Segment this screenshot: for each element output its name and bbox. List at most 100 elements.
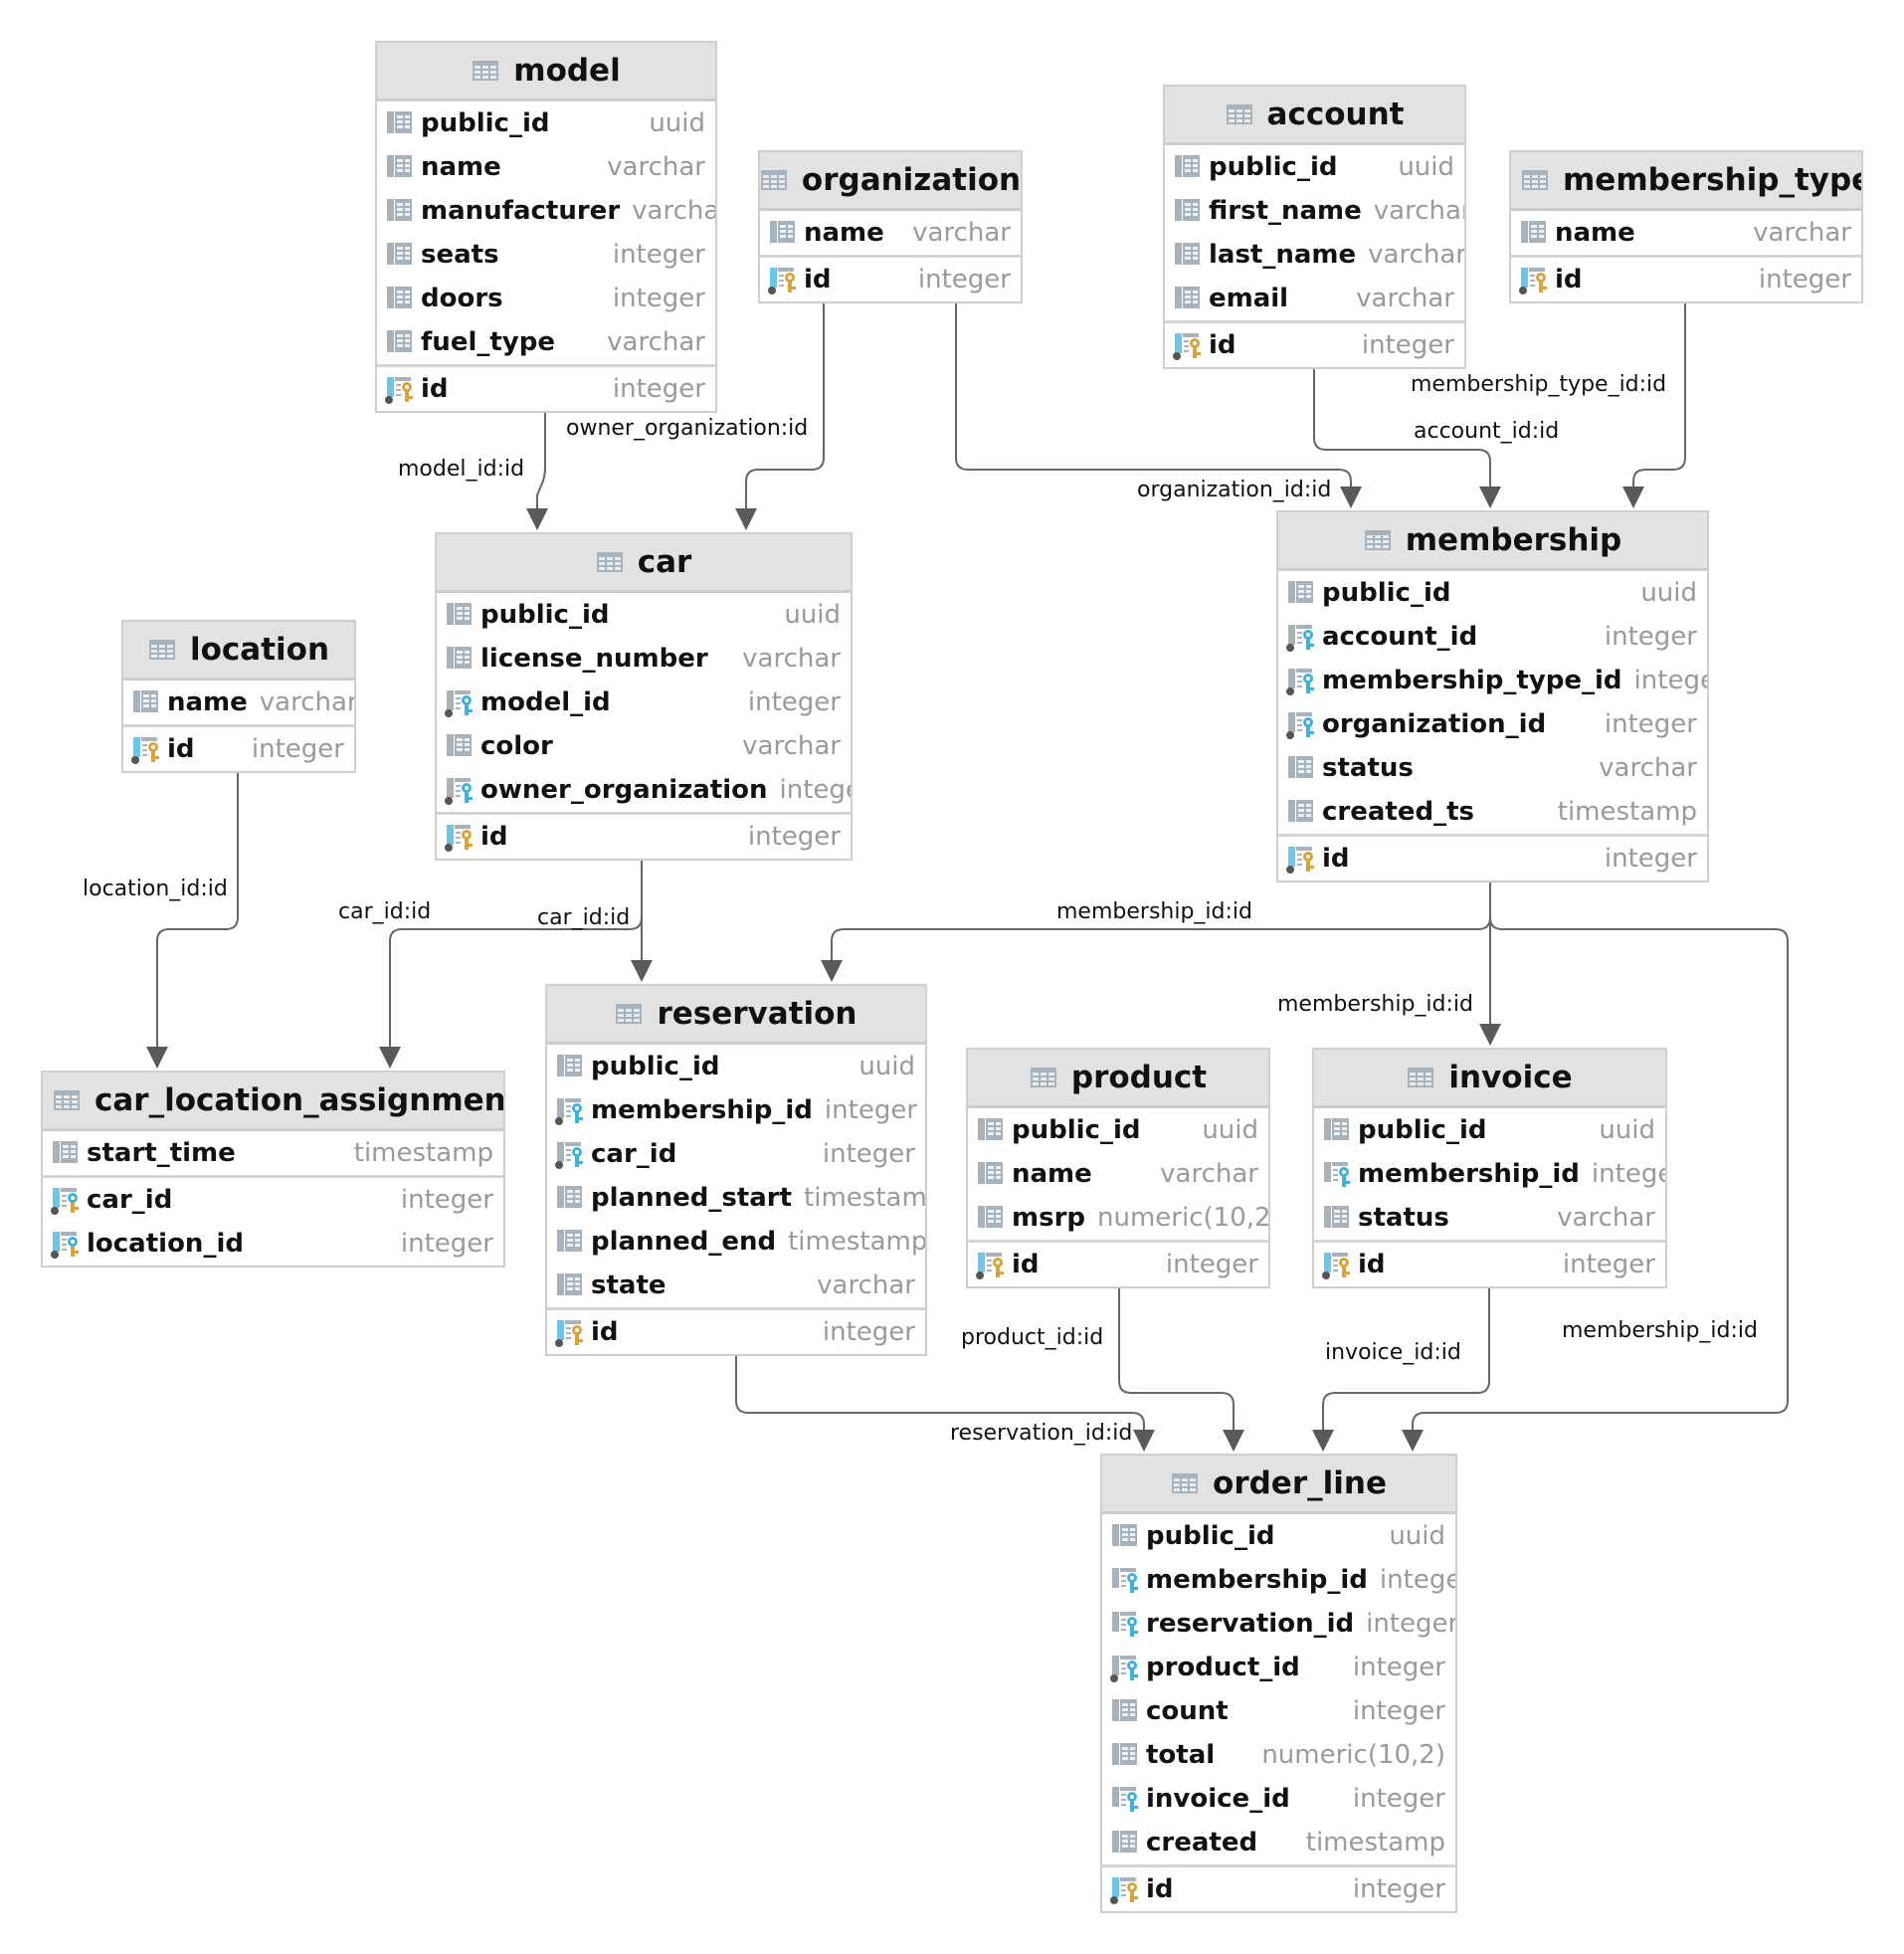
column-row[interactable]: model_id integer	[437, 681, 851, 724]
table-car[interactable]: car public_id uuid license_number varchar …	[435, 532, 853, 861]
column-row[interactable]: status varchar	[1278, 746, 1707, 790]
arrowhead-icon	[1133, 1430, 1155, 1452]
table-header[interactable]: membership	[1278, 512, 1707, 571]
column-row[interactable]: name varchar	[123, 681, 354, 724]
column-row[interactable]: product_id integer	[1102, 1646, 1455, 1689]
relationship-mtype-membership[interactable]	[1622, 302, 1686, 508]
relationship-membership-reservation[interactable]	[821, 880, 1491, 982]
column-row[interactable]: id integer	[377, 367, 715, 411]
column-row[interactable]: name varchar	[968, 1152, 1268, 1196]
column-row[interactable]: membership_id integer	[547, 1088, 925, 1132]
column-row[interactable]: public_id uuid	[968, 1108, 1268, 1152]
column-row[interactable]: license_number varchar	[437, 637, 851, 681]
column-row[interactable]: public_id uuid	[437, 593, 851, 637]
table-header[interactable]: car	[437, 534, 851, 593]
column-row[interactable]: reservation_id integer	[1102, 1602, 1455, 1646]
table-model[interactable]: model public_id uuid name varchar manufact…	[375, 41, 717, 413]
table-header[interactable]: invoice	[1314, 1050, 1665, 1108]
table-header[interactable]: organization	[760, 152, 1021, 211]
column-row[interactable]: total numeric(10,2)	[1102, 1733, 1455, 1777]
column-row[interactable]: membership_id integer	[1314, 1152, 1665, 1196]
table-invoice[interactable]: invoice public_id uuid membership_id integ…	[1312, 1048, 1667, 1288]
relationship-model-car[interactable]	[526, 412, 548, 530]
relationship-location-cla[interactable]	[146, 771, 239, 1069]
column-row[interactable]: public_id uuid	[377, 101, 715, 145]
relationship-invoice-orderline[interactable]	[1312, 1285, 1490, 1452]
column-row[interactable]: id integer	[1314, 1243, 1665, 1286]
column-row[interactable]: state varchar	[547, 1264, 925, 1307]
table-header[interactable]: reservation	[547, 986, 925, 1045]
table-organization[interactable]: organization name varchar id integer	[758, 150, 1023, 303]
column-row[interactable]: public_id uuid	[1102, 1514, 1455, 1558]
column-row[interactable]: name varchar	[760, 211, 1021, 255]
column-row[interactable]: public_id uuid	[547, 1045, 925, 1088]
relationship-membership-invoice[interactable]	[1479, 880, 1501, 1046]
column-row[interactable]: invoice_id integer	[1102, 1777, 1455, 1821]
column-row[interactable]: fuel_type varchar	[377, 320, 715, 364]
column-row[interactable]: public_id uuid	[1314, 1108, 1665, 1152]
table-header[interactable]: account	[1165, 87, 1464, 145]
column-row[interactable]: count integer	[1102, 1689, 1455, 1733]
column-row[interactable]: id integer	[437, 815, 851, 859]
table-header[interactable]: product	[968, 1050, 1268, 1108]
column-row[interactable]: color varchar	[437, 724, 851, 768]
column-row[interactable]: planned_end timestamp	[547, 1220, 925, 1264]
table-product[interactable]: product public_id uuid name varchar msrp nu…	[966, 1048, 1270, 1288]
column-row[interactable]: id integer	[547, 1310, 925, 1354]
column-type: integer	[400, 1185, 493, 1215]
column-row[interactable]: name varchar	[1511, 211, 1861, 255]
column-row[interactable]: id integer	[123, 727, 354, 771]
relationship-line[interactable]	[1118, 1285, 1235, 1431]
column-row[interactable]: location_id integer	[43, 1222, 503, 1266]
relationship-line[interactable]	[745, 302, 825, 509]
column-row[interactable]: public_id uuid	[1165, 145, 1464, 189]
column-type: varchar	[1557, 1203, 1655, 1233]
column-row[interactable]: membership_id integer	[1102, 1558, 1455, 1602]
column-row[interactable]: id integer	[760, 258, 1021, 301]
column-row[interactable]: public_id uuid	[1278, 571, 1707, 615]
column-row[interactable]: account_id integer	[1278, 615, 1707, 659]
column-row[interactable]: doors integer	[377, 277, 715, 320]
table-account[interactable]: account public_id uuid first_name varchar …	[1163, 85, 1466, 369]
table-reservation[interactable]: reservation public_id uuid membership_id i…	[545, 984, 927, 1356]
table-header[interactable]: model	[377, 43, 715, 101]
column-row[interactable]: car_id integer	[547, 1132, 925, 1176]
column-row[interactable]: name varchar	[377, 145, 715, 189]
table-header[interactable]: membership_type	[1511, 152, 1861, 211]
column-row[interactable]: id integer	[1165, 323, 1464, 367]
column-row[interactable]: owner_organization integer	[437, 768, 851, 812]
table-header[interactable]: car_location_assignment	[43, 1073, 503, 1131]
column-row[interactable]: membership_type_id integer	[1278, 659, 1707, 702]
relationship-line[interactable]	[735, 1354, 1145, 1431]
table-order-line[interactable]: order_line public_id uuid membership_id in…	[1100, 1454, 1457, 1913]
table-header[interactable]: order_line	[1102, 1456, 1455, 1514]
column-row[interactable]: email varchar	[1165, 277, 1464, 320]
table-header[interactable]: location	[123, 622, 354, 681]
column-row[interactable]: start_time timestamp	[43, 1131, 503, 1175]
column-row[interactable]: created_ts timestamp	[1278, 790, 1707, 834]
table-membership-type[interactable]: membership_type name varchar id integer	[1509, 150, 1863, 303]
relationship-product-orderline[interactable]	[1118, 1285, 1244, 1452]
table-membership[interactable]: membership public_id uuid account_id integ…	[1276, 510, 1709, 882]
column-row[interactable]: id integer	[968, 1243, 1268, 1286]
column-row[interactable]: id integer	[1102, 1867, 1455, 1911]
column-row[interactable]: id integer	[1278, 837, 1707, 880]
column-row[interactable]: last_name varchar	[1165, 233, 1464, 277]
column-row[interactable]: msrp numeric(10,2)	[968, 1196, 1268, 1240]
column-row[interactable]: id integer	[1511, 258, 1861, 301]
column-row[interactable]: car_id integer	[43, 1178, 503, 1222]
column-row[interactable]: planned_start timestamp	[547, 1176, 925, 1220]
relationship-line[interactable]	[156, 771, 239, 1048]
relationship-car-reservation[interactable]	[631, 859, 653, 982]
table-location[interactable]: location name varchar id integer	[121, 620, 356, 773]
relationship-line[interactable]	[536, 412, 546, 509]
column-row[interactable]: manufacturer varchar	[377, 189, 715, 233]
column-row[interactable]: seats integer	[377, 233, 715, 277]
column-row[interactable]: first_name varchar	[1165, 189, 1464, 233]
column-type: varchar	[742, 644, 841, 674]
table-car-location-assignment[interactable]: car_location_assignment start_time timest…	[41, 1071, 505, 1268]
column-type: numeric(10,2)	[1097, 1203, 1270, 1233]
column-row[interactable]: status varchar	[1314, 1196, 1665, 1240]
column-row[interactable]: created timestamp	[1102, 1821, 1455, 1864]
column-row[interactable]: organization_id integer	[1278, 702, 1707, 746]
